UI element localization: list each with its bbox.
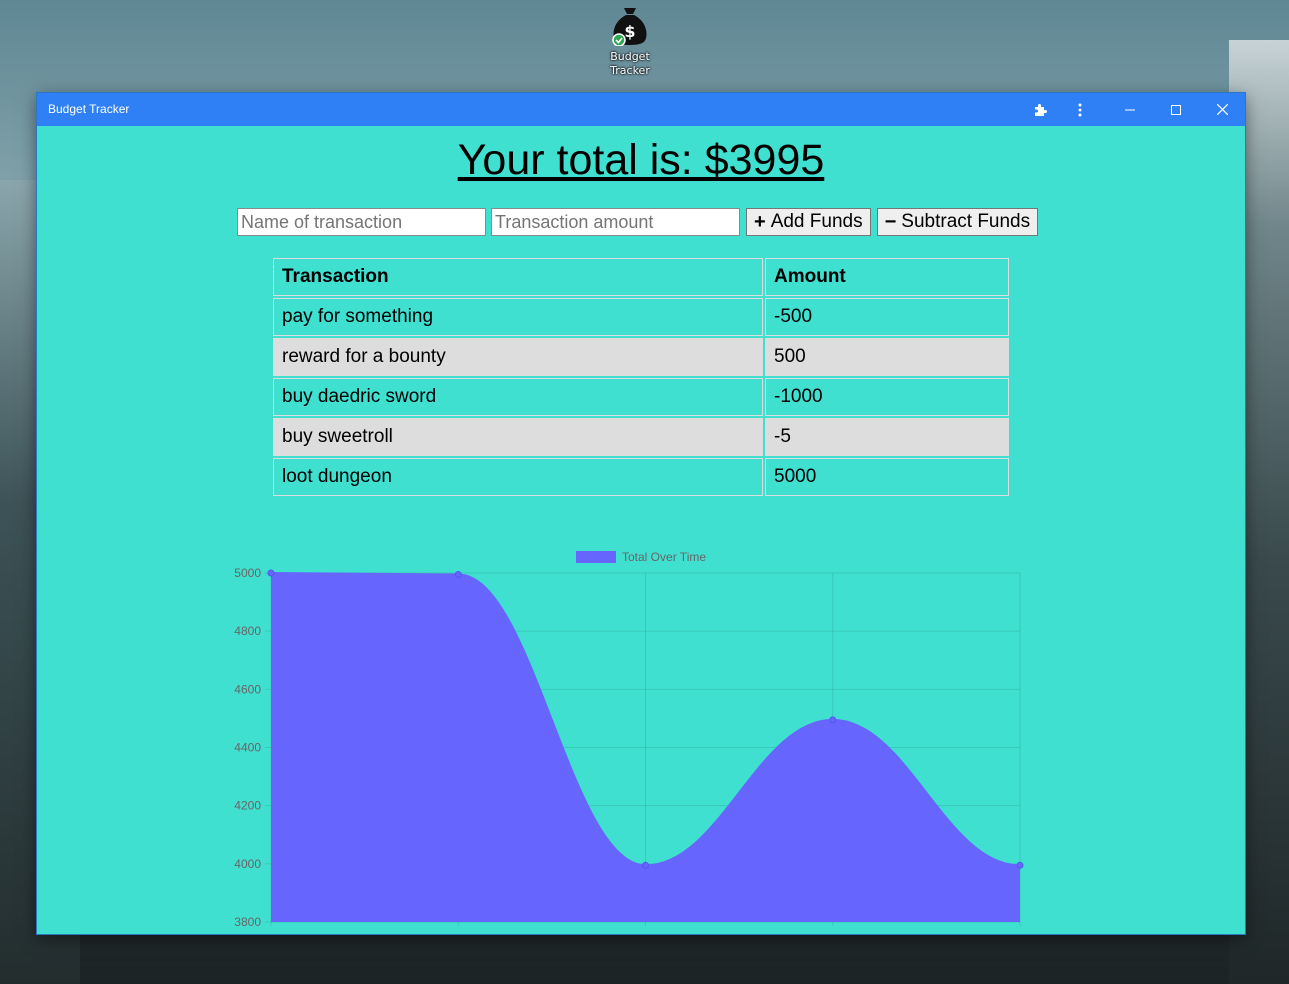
transaction-amount-cell: -1000: [765, 378, 1009, 416]
table-row: loot dungeon 5000: [273, 458, 1009, 496]
data-point: [642, 861, 649, 869]
legend-swatch: [576, 551, 616, 563]
y-tick-label: 4600: [234, 682, 261, 696]
transaction-name-cell: reward for a bounty: [273, 338, 763, 376]
svg-text:$: $: [624, 22, 635, 41]
column-header-transaction: Transaction: [273, 258, 763, 296]
add-funds-button[interactable]: + Add Funds: [746, 208, 871, 236]
transaction-amount-input[interactable]: [491, 208, 740, 236]
close-icon[interactable]: [1199, 93, 1245, 126]
more-vert-icon[interactable]: [1057, 93, 1103, 126]
transaction-amount-cell: -5: [765, 418, 1009, 456]
title-bar[interactable]: Budget Tracker: [37, 93, 1245, 126]
minus-icon: −: [884, 210, 897, 233]
legend-label: Total Over Time: [622, 550, 706, 564]
table-row: reward for a bounty 500: [273, 338, 1009, 376]
y-tick-label: 4800: [234, 624, 261, 638]
plus-icon: +: [754, 210, 766, 233]
add-funds-label: Add Funds: [770, 211, 863, 232]
y-tick-label: 4400: [234, 741, 261, 755]
table-row: buy daedric sword -1000: [273, 378, 1009, 416]
total-heading: Your total is: $3995: [457, 136, 825, 184]
minimize-icon[interactable]: [1107, 93, 1153, 126]
desktop-icon-label: Budget Tracker: [610, 50, 650, 77]
maximize-icon[interactable]: [1153, 93, 1199, 126]
transactions-table: Transaction Amount pay for something -50…: [271, 256, 1011, 498]
data-point: [267, 569, 275, 577]
y-tick-label: 4200: [234, 799, 261, 813]
table-row: buy sweetroll -5: [273, 418, 1009, 456]
table-row: pay for something -500: [273, 298, 1009, 336]
transaction-form: + Add Funds − Subtract Funds: [237, 208, 1039, 236]
transaction-amount-cell: 500: [765, 338, 1009, 376]
window-title: Budget Tracker: [48, 102, 130, 116]
y-tick-label: 5000: [234, 566, 261, 580]
column-header-amount: Amount: [765, 258, 1009, 296]
total-over-time-chart: 380040004200440046004800500012/19/202012…: [234, 550, 1024, 926]
transaction-name-cell: pay for something: [273, 298, 763, 336]
desktop-shortcut-budget-tracker[interactable]: $ Budget Tracker: [597, 4, 663, 78]
app-content: Your total is: $3995 + Add Funds − Subtr…: [37, 126, 1245, 934]
data-point: [1016, 861, 1024, 869]
subtract-funds-label: Subtract Funds: [901, 211, 1031, 232]
transaction-amount-cell: -500: [765, 298, 1009, 336]
money-bag-icon: $: [610, 4, 650, 47]
data-point: [829, 716, 837, 724]
transaction-name-cell: loot dungeon: [273, 458, 763, 496]
transaction-amount-cell: 5000: [765, 458, 1009, 496]
y-tick-label: 3800: [234, 915, 261, 926]
transaction-name-input[interactable]: [237, 208, 486, 236]
subtract-funds-button[interactable]: − Subtract Funds: [876, 208, 1039, 236]
transaction-name-cell: buy daedric sword: [273, 378, 763, 416]
app-window: Budget Tracker Your total is: $3995 + Ad…: [37, 93, 1245, 934]
transaction-name-cell: buy sweetroll: [273, 418, 763, 456]
data-point: [454, 570, 462, 578]
y-tick-label: 4000: [234, 857, 261, 871]
table-header-row: Transaction Amount: [273, 258, 1009, 296]
